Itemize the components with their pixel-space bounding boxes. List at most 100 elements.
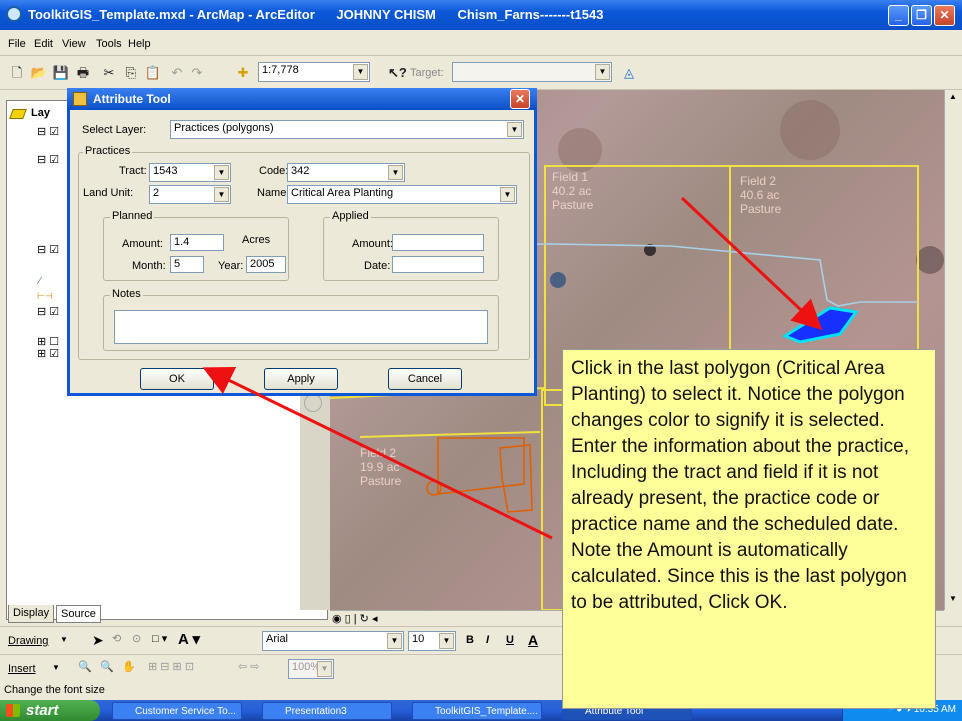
scale-combobox[interactable]: 1:7,778 ▼ (258, 62, 370, 82)
chevron-down-icon[interactable]: ▼ (60, 635, 68, 644)
menu-view[interactable]: View (62, 38, 86, 50)
chevron-down-icon[interactable]: ▼ (214, 165, 229, 180)
paste-icon[interactable]: 📋 (144, 64, 162, 82)
rectangle-icon[interactable]: □ ▾ (152, 632, 167, 645)
taskbar-item-presentation[interactable]: Presentation3 (262, 702, 392, 720)
code-combobox[interactable]: 342 ▼ (287, 163, 405, 182)
layer-checkbox[interactable]: ⊞ ☑ (37, 347, 59, 360)
map-vertical-scrollbar[interactable]: ▲ ▼ (944, 90, 962, 610)
chevron-down-icon[interactable]: ▼ (214, 187, 229, 202)
add-data-icon[interactable]: ✚ (234, 64, 252, 82)
tab-display[interactable]: Display (8, 605, 55, 623)
acres-label: Acres (242, 234, 271, 246)
tab-source[interactable]: Source (56, 605, 101, 623)
redo-icon[interactable]: ↷ (188, 64, 206, 82)
notes-group: Notes (103, 288, 499, 351)
drawing-menu[interactable]: Drawing (8, 635, 48, 647)
planned-label: Planned (110, 210, 155, 222)
notes-textarea[interactable] (114, 310, 488, 344)
rotate-icon[interactable]: ⟲ (112, 632, 121, 645)
chevron-down-icon[interactable]: ▼ (52, 663, 60, 672)
chevron-down-icon[interactable]: ▼ (507, 122, 522, 137)
planned-amount-input[interactable]: 1.4 (170, 234, 224, 251)
land-unit-label: Land Unit: (83, 187, 134, 199)
layout-zoom-combobox[interactable]: 100% ▼ (288, 659, 334, 679)
select-layer-label: Select Layer: (82, 124, 147, 136)
print-icon[interactable]: 🖶 (74, 64, 92, 82)
whats-this-icon[interactable]: ↖? (388, 64, 407, 82)
name-combobox[interactable]: Critical Area Planting ▼ (287, 185, 517, 204)
apply-button[interactable]: Apply (264, 368, 338, 390)
chevron-down-icon[interactable]: ▼ (439, 633, 454, 649)
applied-date-input[interactable] (392, 256, 484, 273)
map-decoration (304, 394, 322, 412)
chevron-down-icon[interactable]: ▼ (595, 64, 610, 80)
dialog-title: Attribute Tool (93, 92, 171, 106)
underline-button[interactable]: U (506, 634, 514, 646)
code-label: Code: (259, 165, 289, 177)
data-view-icon[interactable]: ◉ ▯ | ↻ ◂ (332, 612, 377, 625)
layer-checkbox[interactable]: ⊟ ☑ (37, 305, 59, 318)
chevron-down-icon[interactable]: ▼ (388, 165, 403, 180)
field-1-label: Field 1 40.2 ac Pasture (552, 170, 594, 212)
month-input[interactable]: 5 (170, 256, 204, 273)
pan-icon[interactable]: ✋ (122, 660, 136, 673)
save-icon[interactable]: 💾 (52, 64, 70, 82)
maximize-button[interactable]: ❐ (911, 5, 932, 26)
chevron-down-icon[interactable]: ▼ (500, 187, 515, 202)
chevron-down-icon[interactable]: ▼ (353, 64, 368, 80)
undo-icon[interactable]: ↶ (168, 64, 186, 82)
zoom-page-icon[interactable]: ⊙ (132, 632, 141, 645)
scroll-up-icon[interactable]: ▲ (949, 92, 957, 101)
open-folder-icon[interactable]: 📂 (30, 64, 48, 82)
scroll-down-icon[interactable]: ▼ (949, 594, 957, 603)
app-icon (6, 6, 22, 22)
new-document-icon[interactable]: 🗋 (8, 64, 26, 82)
zoom-out-icon[interactable]: 🔍 (100, 660, 114, 673)
land-unit-combobox[interactable]: 2 ▼ (149, 185, 231, 204)
editor-sketch-icon[interactable]: ◬ (620, 64, 638, 82)
layer-checkbox[interactable]: ⊟ ☑ (37, 125, 59, 138)
font-size-combobox[interactable]: 10 ▼ (408, 631, 456, 651)
minimize-button[interactable]: _ (888, 5, 909, 26)
ok-button[interactable]: OK (140, 368, 214, 390)
menu-help[interactable]: Help (128, 38, 151, 50)
back-extent-icon[interactable]: ⇦ ⇨ (238, 660, 260, 673)
font-name-combobox[interactable]: Arial ▼ (262, 631, 404, 651)
text-icon[interactable]: A ▾ (178, 630, 200, 648)
copy-icon[interactable]: ⎘ (122, 64, 140, 82)
italic-button[interactable]: I (486, 634, 489, 646)
fixed-zoom-icon[interactable]: ⊞ ⊟ ⊞ ⊡ (148, 660, 194, 673)
select-layer-combobox[interactable]: Practices (polygons) ▼ (170, 120, 524, 139)
layer-checkbox[interactable]: ⊟ ☑ (37, 153, 59, 166)
tract-combobox[interactable]: 1543 ▼ (149, 163, 231, 182)
selected-polygon (781, 306, 859, 344)
taskbar-item-arcmap[interactable]: ToolkitGIS_Template.... (412, 702, 542, 720)
dialog-close-button[interactable]: ✕ (510, 89, 530, 109)
insert-menu[interactable]: Insert (8, 663, 36, 675)
dialog-title-bar: Attribute Tool ✕ (67, 88, 537, 110)
menu-edit[interactable]: Edit (34, 38, 53, 50)
target-combobox[interactable]: ▼ (452, 62, 612, 82)
month-label: Month: (132, 260, 166, 272)
applied-group: Applied Amount: Date: (323, 210, 499, 281)
taskbar-item-customer-service[interactable]: Customer Service To... (112, 702, 242, 720)
chevron-down-icon[interactable]: ▼ (317, 661, 332, 677)
layer-checkbox[interactable]: ⊟ ☑ (37, 243, 59, 256)
menu-tools[interactable]: Tools (96, 38, 122, 50)
applied-amount-input[interactable] (392, 234, 484, 251)
scale-value: 1:7,778 (262, 64, 299, 76)
chevron-down-icon[interactable]: ▼ (387, 633, 402, 649)
select-elements-icon[interactable]: ➤ (92, 632, 104, 649)
window-title: ToolkitGIS_Template.mxd - ArcMap - ArcEd… (28, 7, 604, 22)
zoom-in-icon[interactable]: 🔍 (78, 660, 92, 673)
font-color-button[interactable]: A (528, 632, 538, 648)
cancel-button[interactable]: Cancel (388, 368, 462, 390)
menu-file[interactable]: File (8, 38, 26, 50)
close-button[interactable]: ✕ (934, 5, 955, 26)
toc-tabs: Display Source (6, 603, 328, 623)
bold-button[interactable]: B (466, 634, 474, 646)
cut-icon[interactable]: ✂ (100, 64, 118, 82)
year-input[interactable]: 2005 (246, 256, 286, 273)
standard-toolbar: 🗋 📂 💾 🖶 ✂ ⎘ 📋 ↶ ↷ ✚ 1:7,778 ▼ ↖? Target:… (0, 56, 962, 90)
